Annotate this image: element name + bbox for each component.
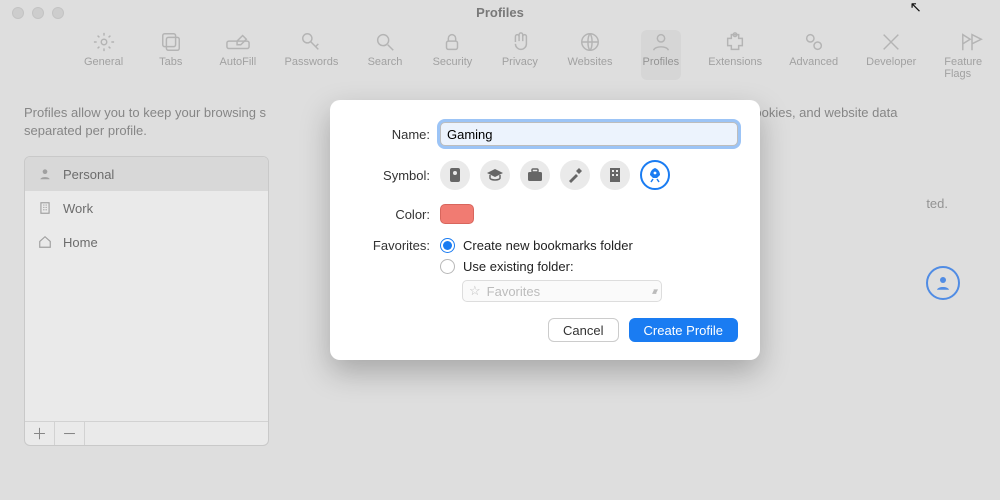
cancel-button[interactable]: Cancel [548,318,618,342]
create-profile-button[interactable]: Create Profile [629,318,738,342]
profile-name-input[interactable] [440,122,738,146]
symbol-briefcase[interactable] [520,160,550,190]
building-icon [608,167,622,183]
cancel-button-label: Cancel [563,323,603,338]
favorites-folder-placeholder: Favorites [487,284,540,299]
favorites-folder-select[interactable]: ☆ Favorites ▴▾ [462,280,662,302]
symbol-label: Symbol: [352,168,440,183]
graduation-cap-icon [486,168,504,182]
symbol-rocket[interactable] [640,160,670,190]
favorites-label: Favorites: [352,238,440,253]
favorites-option-create[interactable]: Create new bookmarks folder [440,238,738,253]
symbol-hammer[interactable] [560,160,590,190]
create-button-label: Create Profile [644,323,723,338]
color-swatch-button[interactable] [440,204,474,224]
star-icon: ☆ [469,283,481,299]
create-profile-sheet: Name: Symbol: Color: Favorites: Create n… [330,100,760,360]
color-label: Color: [352,207,440,222]
badge-icon [448,167,462,183]
rocket-icon [647,167,663,183]
chevron-updown-icon: ▴▾ [652,286,655,297]
radio-icon [440,238,455,253]
symbol-building[interactable] [600,160,630,190]
symbol-picker [440,160,670,190]
cursor-icon: ↖ [909,0,922,16]
hammer-icon [567,167,583,183]
favorites-existing-label: Use existing folder: [463,259,574,274]
symbol-badge[interactable] [440,160,470,190]
radio-icon [440,259,455,274]
favorites-option-existing[interactable]: Use existing folder: [440,259,738,274]
briefcase-icon [527,168,543,182]
symbol-graduation[interactable] [480,160,510,190]
favorites-create-label: Create new bookmarks folder [463,238,633,253]
name-label: Name: [352,127,440,142]
